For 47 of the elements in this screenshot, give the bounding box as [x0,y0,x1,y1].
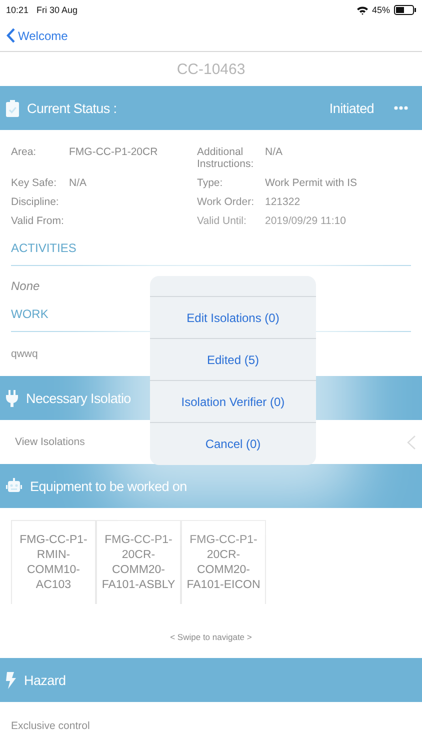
field-label: Type: [197,177,224,189]
field-value: 121322 [265,196,302,208]
field-label: Valid From: [11,215,65,227]
chevron-left-icon [407,434,416,450]
battery-percent: 45% [372,5,390,15]
field-value: 2019/09/29 11:10 [265,215,347,227]
wifi-icon [356,6,368,14]
status-label: Current Status : [27,100,117,116]
field-label: Discipline: [11,196,60,208]
equipment-heading: Equipment to be worked on [30,478,187,494]
isolations-heading: Necessary Isolatio [26,390,131,406]
status-time: 10:21 [6,5,29,15]
swipe-hint: < Swipe to navigate > [169,631,253,644]
section-heading: ACTIVITIES [11,241,76,255]
hazard-heading: Hazard [24,672,66,688]
status-value: Initiated [329,100,374,116]
field-label: Area: [11,146,38,160]
back-button[interactable]: Welcome [6,28,68,43]
back-chevron-icon [6,28,15,43]
work-text: qwwq [11,348,38,360]
field-label: Additional Instructions: [197,146,255,170]
field-value: N/A [265,146,284,160]
battery-icon [394,5,416,15]
menu-item[interactable]: Cancel (0) [150,423,316,465]
equipment-card[interactable]: FMG-CC-P1-20CR-COMM20-FA101-ASBLY [96,520,181,604]
field-value: Work Permit with IS [265,177,358,189]
hazard-text: Exclusive control [10,719,91,734]
menu-item[interactable]: Isolation Verifier (0) [150,381,316,423]
menu-item[interactable]: Edited (5) [150,339,316,381]
activities-text: None [11,278,40,293]
field-value: FMG-CC-P1-20CR [69,146,159,160]
field-label: Key Safe: [11,177,58,189]
menu-item[interactable]: Edit Isolations (0) [150,297,316,339]
view-isolations-link[interactable]: View Isolations [15,436,85,448]
plug-icon [6,390,18,406]
equipment-card[interactable]: FMG-CC-P1-RMIN-COMM10-AC103 [11,520,96,604]
robot-icon [6,478,22,494]
more-icon[interactable] [394,106,408,110]
permit-title: CC-10463 [176,60,246,80]
status-date: Fri 30 Aug [36,5,78,15]
lightning-icon [6,672,16,688]
field-value: N/A [69,177,88,189]
field-label: Work Order: [197,196,255,208]
equipment-card[interactable]: FMG-CC-P1-20CR-COMM20-FA101-EICON [181,520,266,604]
section-heading: WORK [11,307,48,321]
field-label: Valid Until: [197,215,248,227]
clipboard-icon [6,100,19,116]
